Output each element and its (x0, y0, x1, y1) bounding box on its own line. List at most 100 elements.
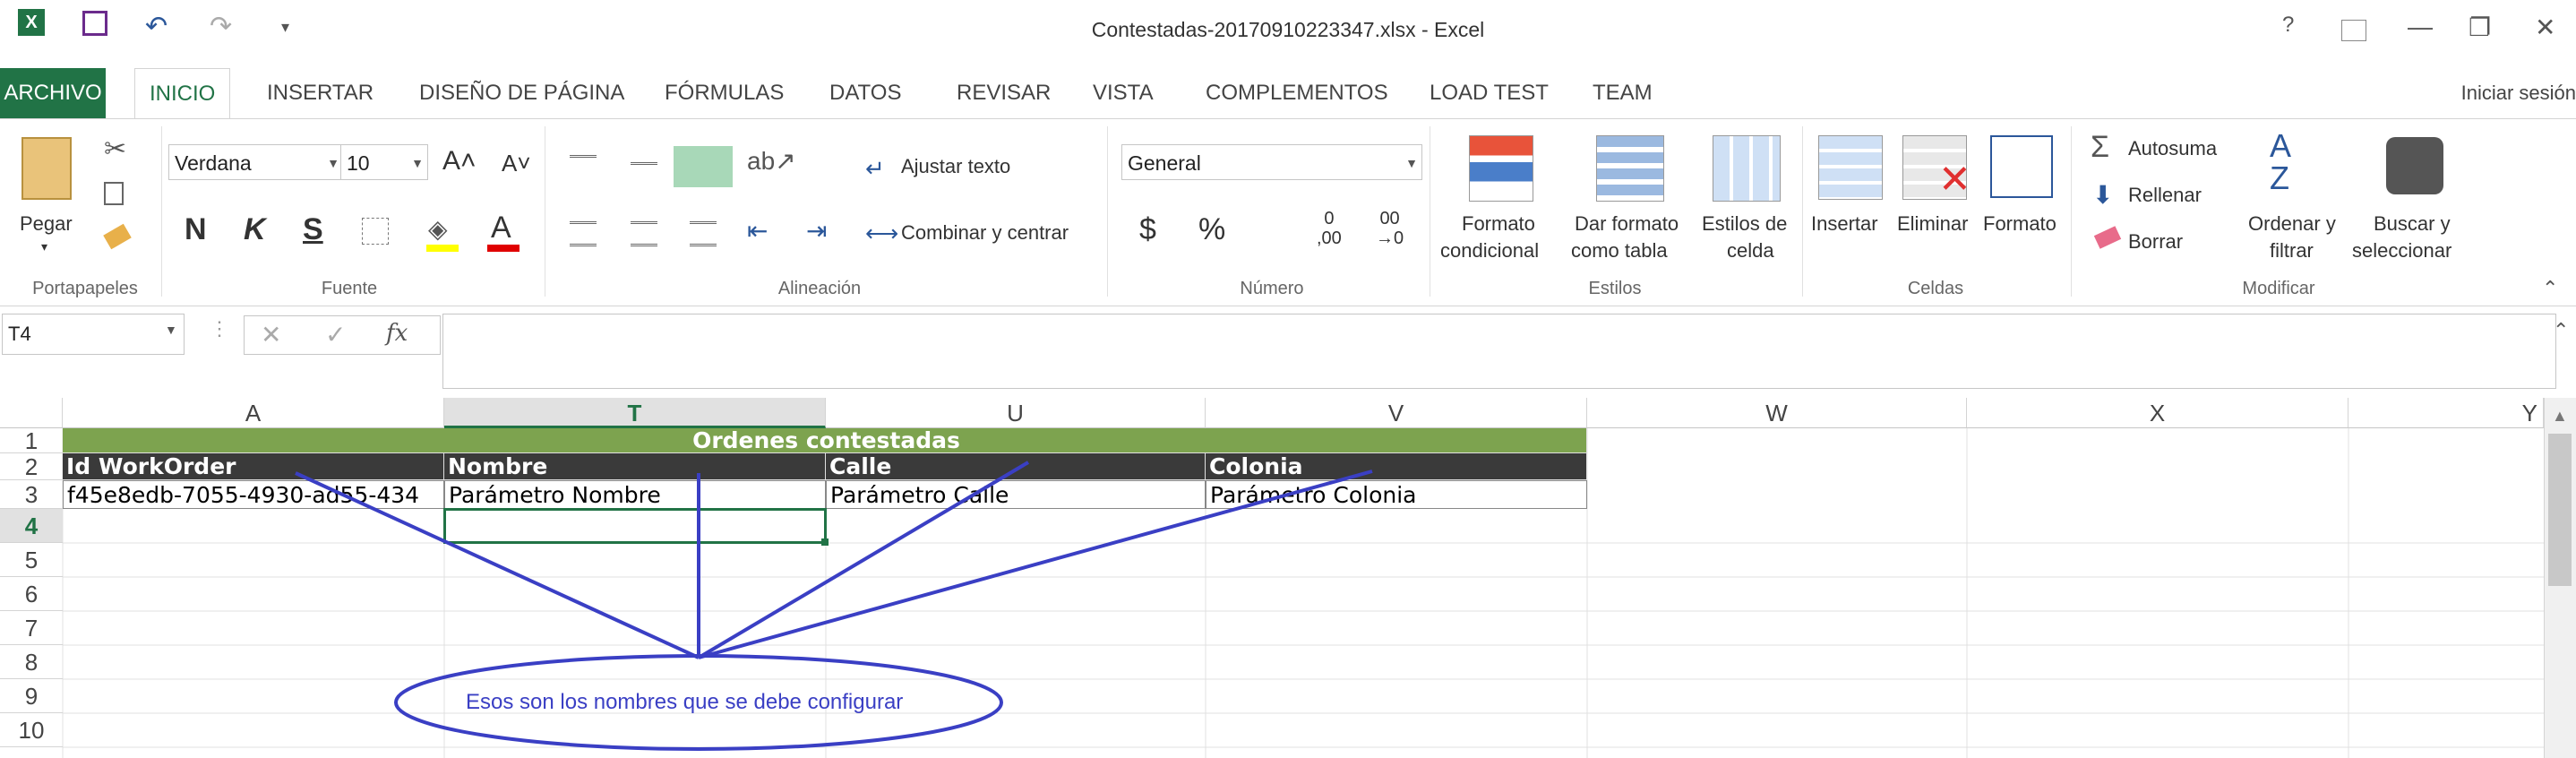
column-header-a[interactable]: A (63, 398, 444, 428)
cell-styles-label-1[interactable]: Estilos de (1702, 212, 1787, 236)
row-header-6[interactable]: 6 (0, 577, 63, 611)
eraser-icon[interactable] (2093, 226, 2122, 249)
column-header-t[interactable]: T (444, 398, 826, 428)
insert-cells-button[interactable]: Insertar (1811, 212, 1878, 236)
close-button[interactable]: ✕ (2535, 13, 2555, 42)
formula-bar-handle[interactable]: ⋮ (210, 317, 229, 340)
ribbon-display-icon[interactable] (2341, 20, 2366, 41)
tab-complementos[interactable]: COMPLEMENTOS (1191, 68, 1403, 118)
fill-button[interactable]: Rellenar (2128, 184, 2202, 207)
autosum-button[interactable]: Autosuma (2128, 137, 2217, 160)
grow-font-icon[interactable]: A˄ (442, 146, 477, 177)
row-header-8[interactable]: 8 (0, 645, 63, 679)
sheet-banner[interactable]: Ordenes contestadas (63, 428, 1587, 453)
decrease-indent-icon[interactable]: ⇤ (747, 216, 768, 245)
align-middle-icon[interactable] (631, 162, 657, 179)
expand-formula-icon[interactable]: ⌃ (2553, 319, 2569, 342)
scroll-thumb[interactable] (2548, 434, 2572, 586)
tab-formulas[interactable]: FÓRMULAS (650, 68, 798, 118)
header-cell-id-workorder[interactable]: Id WorkOrder (63, 453, 444, 480)
borders-icon[interactable] (362, 218, 389, 245)
active-cell-t4[interactable] (443, 508, 827, 544)
tab-insertar[interactable]: INSERTAR (253, 68, 388, 118)
clear-button[interactable]: Borrar (2128, 230, 2183, 254)
paste-button[interactable]: Pegar (20, 212, 73, 236)
align-top-icon[interactable] (570, 155, 597, 172)
autosum-icon[interactable]: Σ (2091, 130, 2109, 165)
conditional-format-label-1[interactable]: Formato (1462, 212, 1535, 236)
row-header-5[interactable]: 5 (0, 543, 63, 577)
bold-button[interactable]: N (185, 212, 207, 247)
paste-icon[interactable] (21, 137, 72, 200)
conditional-format-label-2[interactable]: condicional (1440, 239, 1539, 263)
decrease-decimal-button[interactable]: 00 →0 (1376, 209, 1404, 248)
formula-input[interactable] (442, 314, 2556, 389)
minimize-button[interactable]: — (2408, 13, 2433, 41)
column-header-x[interactable]: X (1967, 398, 2348, 428)
header-cell-colonia[interactable]: Colonia (1206, 453, 1587, 480)
cut-icon[interactable]: ✂ (104, 134, 126, 165)
increase-decimal-button[interactable]: 0,00 (1317, 209, 1342, 248)
find-select-label-2[interactable]: seleccionar (2352, 239, 2451, 263)
fill-icon[interactable]: ⬇ (2092, 180, 2113, 210)
sort-filter-icon[interactable]: AZ (2270, 130, 2291, 194)
row-header-7[interactable]: 7 (0, 611, 63, 645)
format-cells-button[interactable]: Formato (1983, 212, 2057, 236)
row-header-4[interactable]: 4 (0, 509, 63, 543)
name-box-dropdown-icon[interactable]: ▼ (165, 323, 177, 337)
scroll-up-icon[interactable]: ▲ (2552, 407, 2568, 426)
row-header-1[interactable]: 1 (0, 428, 63, 453)
find-select-icon[interactable] (2386, 137, 2443, 194)
restore-button[interactable]: ❐ (2469, 13, 2491, 42)
data-cell-t3[interactable]: Parámetro Nombre (444, 480, 826, 509)
fill-handle[interactable] (821, 538, 829, 546)
collapse-ribbon-icon[interactable]: ⌃ (2542, 277, 2558, 300)
wrap-text-icon[interactable]: ↵ (865, 155, 885, 183)
sort-filter-label-2[interactable]: filtrar (2270, 239, 2314, 263)
data-cell-v3[interactable]: Parámetro Colonia (1206, 480, 1587, 509)
percent-button[interactable]: % (1198, 212, 1225, 247)
tab-archivo[interactable]: ARCHIVO (0, 68, 106, 118)
paste-dropdown-icon[interactable]: ▾ (41, 239, 47, 254)
align-center-icon[interactable] (631, 221, 657, 246)
fill-color-icon[interactable]: ◈ (428, 214, 448, 244)
data-cell-u3[interactable]: Parámetro Calle (826, 480, 1206, 509)
find-select-label-1[interactable]: Buscar y (2374, 212, 2451, 236)
confirm-edit-icon[interactable]: ✓ (325, 320, 346, 349)
data-cell-a3[interactable]: f45e8edb-7055-4930-ad55-434 (63, 480, 444, 509)
increase-indent-icon[interactable]: ⇥ (806, 216, 827, 245)
format-cells-icon[interactable] (1990, 135, 2053, 198)
sort-filter-label-1[interactable]: Ordenar y (2248, 212, 2336, 236)
tab-team[interactable]: TEAM (1578, 68, 1667, 118)
row-header-10[interactable]: 10 (0, 713, 63, 747)
format-as-table-icon[interactable] (1596, 135, 1664, 202)
conditional-format-icon[interactable] (1469, 135, 1533, 202)
currency-button[interactable]: $ (1139, 212, 1156, 247)
tab-diseno-pagina[interactable]: DISEÑO DE PÁGINA (405, 68, 639, 118)
merge-center-icon[interactable]: ⟷ (865, 220, 898, 247)
cancel-edit-icon[interactable]: ✕ (261, 320, 281, 349)
column-header-w[interactable]: W (1587, 398, 1967, 428)
font-family-select[interactable]: Verdana ▼ (168, 144, 344, 180)
merge-center-button[interactable]: Combinar y centrar (901, 221, 1069, 245)
help-button[interactable]: ? (2282, 13, 2294, 38)
insert-function-button[interactable]: fx (386, 320, 408, 347)
format-as-table-label-1[interactable]: Dar formato (1575, 212, 1679, 236)
font-color-icon[interactable]: A (491, 211, 511, 245)
sign-in-link[interactable]: Iniciar sesión (2461, 68, 2576, 118)
name-box[interactable]: T4 (2, 314, 185, 355)
column-header-y[interactable]: Y (2348, 398, 2544, 428)
format-as-table-label-2[interactable]: como tabla (1571, 239, 1668, 263)
tab-revisar[interactable]: REVISAR (942, 68, 1065, 118)
italic-button[interactable]: K (244, 212, 266, 247)
number-format-select[interactable]: General ▼ (1121, 144, 1422, 180)
vertical-scrollbar[interactable]: ▲ (2544, 398, 2576, 758)
align-right-icon[interactable] (690, 221, 717, 246)
column-header-u[interactable]: U (826, 398, 1206, 428)
row-header-9[interactable]: 9 (0, 679, 63, 713)
wrap-text-button[interactable]: Ajustar texto (901, 155, 1010, 178)
format-painter-icon[interactable] (103, 223, 132, 250)
row-header-2[interactable]: 2 (0, 453, 63, 480)
select-all-corner[interactable] (0, 398, 63, 428)
orientation-icon[interactable]: ab↗ (747, 146, 796, 176)
